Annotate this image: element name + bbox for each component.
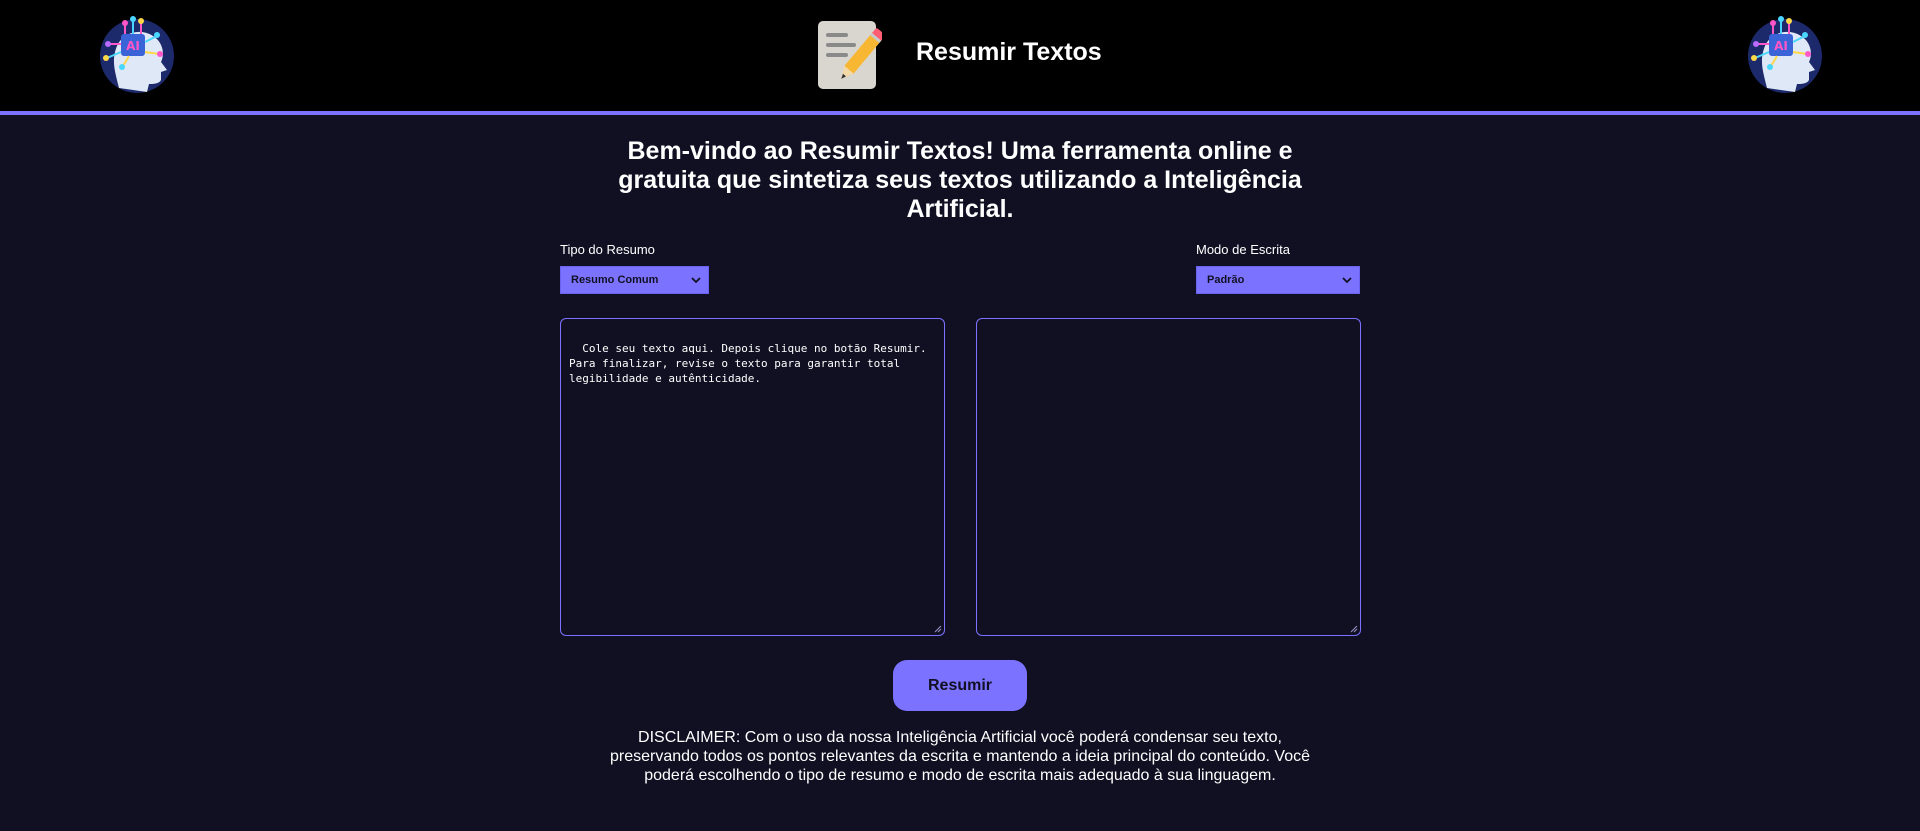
summary-type-label: Tipo do Resumo xyxy=(560,242,655,257)
summary-type-select[interactable]: Resumo Comum xyxy=(560,266,709,294)
svg-text:AI: AI xyxy=(126,39,140,53)
summary-type-value: Resumo Comum xyxy=(571,274,659,286)
input-placeholder: Cole seu texto aqui. Depois clique no bo… xyxy=(569,342,934,385)
writing-mode-value: Padrão xyxy=(1207,274,1245,286)
chevron-down-icon xyxy=(691,277,701,284)
summarize-button[interactable]: Resumir xyxy=(893,660,1027,711)
disclaimer-text: DISCLAIMER: Com o uso da nossa Inteligên… xyxy=(609,729,1310,784)
input-textarea[interactable]: Cole seu texto aqui. Depois clique no bo… xyxy=(560,318,945,636)
svg-text:AI: AI xyxy=(1774,39,1788,53)
document-pencil-icon xyxy=(818,21,882,89)
header-bar: AI Resumir Textos AI xyxy=(0,0,1920,115)
ai-head-icon: AI xyxy=(100,16,174,93)
resize-grip-icon[interactable] xyxy=(934,625,942,633)
writing-mode-label: Modo de Escrita xyxy=(1196,242,1290,257)
output-textarea[interactable] xyxy=(976,318,1361,636)
app-title: Resumir Textos xyxy=(916,38,1102,66)
ai-head-icon: AI xyxy=(1748,16,1822,93)
writing-mode-select[interactable]: Padrão xyxy=(1196,266,1360,294)
resize-grip-icon[interactable] xyxy=(1350,625,1358,633)
welcome-heading: Bem-vindo ao Resumir Textos! Uma ferrame… xyxy=(618,137,1302,223)
chevron-down-icon xyxy=(1342,277,1352,284)
